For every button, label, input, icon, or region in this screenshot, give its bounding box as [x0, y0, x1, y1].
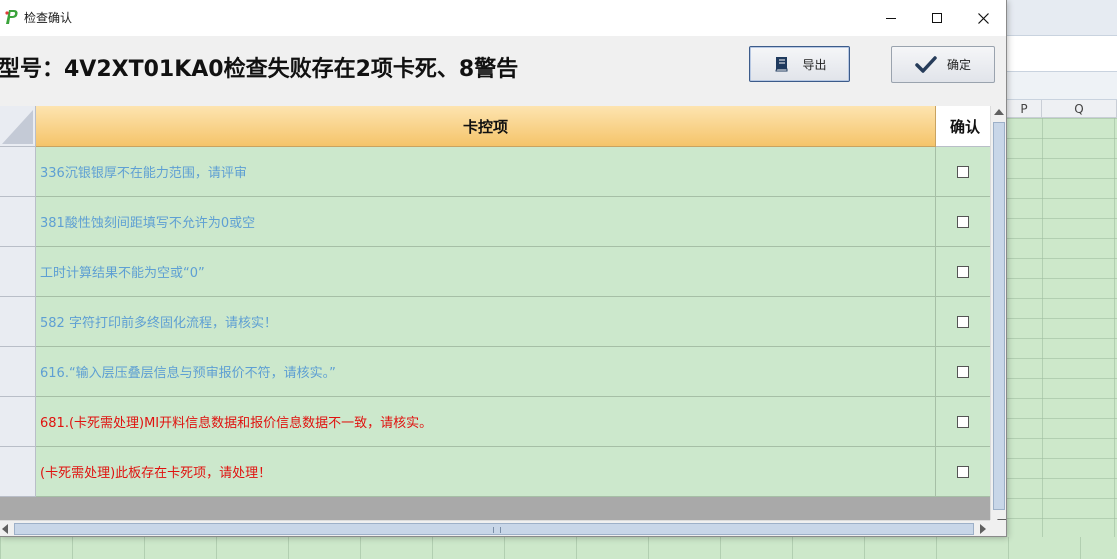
row-header[interactable]	[0, 397, 36, 447]
table-row[interactable]: 681.(卡死需处理)MI开料信息数据和报价信息数据不一致，请核实。	[0, 397, 990, 447]
vertical-scrollbar[interactable]	[990, 106, 1006, 525]
spreadsheet-formula-bar[interactable]	[1007, 36, 1117, 72]
confirm-checkbox[interactable]	[957, 415, 969, 428]
title-bar[interactable]: 检查确认	[0, 0, 1006, 36]
confirm-cell	[936, 247, 990, 297]
column-header-check-item-label: 卡控项	[462, 117, 508, 136]
column-header-confirm-label: 确认	[950, 117, 981, 136]
close-button[interactable]	[960, 0, 1006, 36]
scroll-up-icon[interactable]	[994, 109, 1004, 115]
confirm-checkbox[interactable]	[957, 165, 969, 178]
check-item-cell[interactable]: (卡死需处理)此板存在卡死项，请处理！	[36, 447, 936, 497]
check-item-cell[interactable]: 582 字符打印前多终固化流程，请核实！	[36, 297, 936, 347]
table-row[interactable]: 582 字符打印前多终固化流程，请核实！	[0, 297, 990, 347]
row-header[interactable]	[0, 197, 36, 247]
checkmark-icon	[915, 55, 937, 75]
table-row[interactable]: 336沉银银厚不在能力范围，请评审	[0, 147, 990, 197]
check-confirm-dialog: 检查确认 型号：4V2XT01KA0检查失败存在2项卡死、8警告 导出 确定 卡…	[0, 0, 1007, 537]
corner-triangle-icon	[2, 110, 33, 144]
scrollbar-corner	[990, 520, 1006, 536]
scroll-grip-icon	[493, 527, 501, 533]
check-items-grid: 卡控项 确认 336沉银银厚不在能力范围，请评审 381酸性蚀刻间距填写不允许为0…	[0, 106, 990, 520]
minimize-button[interactable]	[868, 0, 914, 36]
window-title: 检查确认	[24, 11, 73, 25]
row-header[interactable]	[0, 147, 36, 197]
scroll-right-icon[interactable]	[980, 524, 986, 534]
table-row[interactable]: 616.“输入层压叠层信息与预审报价不符，请核实。”	[0, 347, 990, 397]
confirm-cell	[936, 147, 990, 197]
table-row[interactable]: (卡死需处理)此板存在卡死项，请处理！	[0, 447, 990, 497]
confirm-checkbox[interactable]	[957, 315, 969, 328]
confirm-cell	[936, 297, 990, 347]
scroll-left-icon[interactable]	[2, 524, 8, 534]
close-icon	[977, 12, 989, 24]
confirm-checkbox[interactable]	[957, 365, 969, 378]
export-button[interactable]: 导出	[749, 46, 850, 82]
row-header[interactable]	[0, 447, 36, 497]
export-label: 导出	[802, 57, 827, 72]
check-item-cell[interactable]: 381酸性蚀刻间距填写不允许为0或空	[36, 197, 936, 247]
check-item-cell[interactable]: 336沉银银厚不在能力范围，请评审	[36, 147, 936, 197]
row-header[interactable]	[0, 297, 36, 347]
confirm-checkbox[interactable]	[957, 215, 969, 228]
horizontal-scrollbar[interactable]	[0, 520, 990, 536]
check-item-cell[interactable]: 616.“输入层压叠层信息与预审报价不符，请核实。”	[36, 347, 936, 397]
row-header[interactable]	[0, 347, 36, 397]
confirm-cell	[936, 397, 990, 447]
column-header-check-item[interactable]: 卡控项	[36, 106, 936, 147]
horizontal-scroll-thumb[interactable]	[14, 523, 974, 535]
confirm-cell	[936, 447, 990, 497]
result-heading: 型号：4V2XT01KA0检查失败存在2项卡死、8警告	[0, 57, 519, 82]
vertical-scroll-thumb[interactable]	[993, 122, 1006, 525]
confirm-cell	[936, 347, 990, 397]
maximize-button[interactable]	[914, 0, 960, 36]
minimize-icon	[886, 17, 896, 19]
check-item-cell[interactable]: 工时计算结果不能为空或“0”	[36, 247, 936, 297]
confirm-cell	[936, 197, 990, 247]
app-logo-icon	[4, 8, 20, 26]
grid-select-all-corner[interactable]	[0, 106, 36, 147]
confirm-label: 确定	[946, 58, 971, 72]
table-row[interactable]: 381酸性蚀刻间距填写不允许为0或空	[0, 197, 990, 247]
spreadsheet-ribbon-strip	[1007, 72, 1117, 100]
dialog-header: 型号：4V2XT01KA0检查失败存在2项卡死、8警告 导出 确定	[0, 36, 1006, 106]
confirm-checkbox[interactable]	[957, 265, 969, 278]
confirm-checkbox[interactable]	[957, 465, 969, 478]
spreadsheet-grid[interactable]	[1007, 118, 1117, 559]
book-icon	[772, 54, 792, 74]
spreadsheet-grid-bottom[interactable]	[0, 537, 1117, 559]
check-item-cell[interactable]: 681.(卡死需处理)MI开料信息数据和报价信息数据不一致，请核实。	[36, 397, 936, 447]
sheet-col-header-q[interactable]: Q	[1042, 100, 1117, 118]
column-header-confirm[interactable]: 确认	[936, 106, 990, 147]
confirm-button[interactable]: 确定	[891, 46, 995, 83]
sheet-col-header-p[interactable]: P	[1007, 100, 1042, 118]
row-header[interactable]	[0, 247, 36, 297]
table-row[interactable]: 工时计算结果不能为空或“0”	[0, 247, 990, 297]
maximize-icon	[932, 13, 942, 23]
